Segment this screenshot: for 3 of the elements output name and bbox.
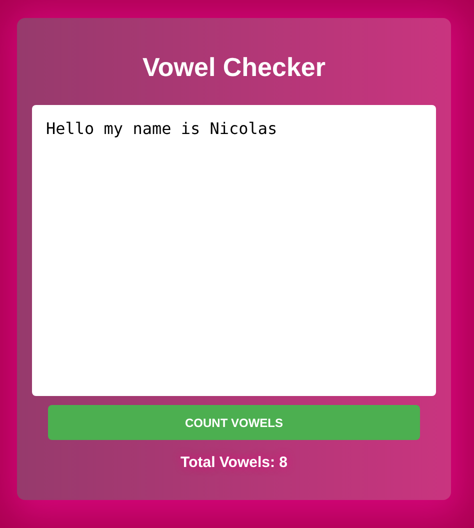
vowel-count-result: Total Vowels: 8 [180, 454, 288, 471]
app-title: Vowel Checker [142, 52, 326, 82]
text-input-field[interactable]: Hello my name is Nicolas [32, 105, 436, 396]
